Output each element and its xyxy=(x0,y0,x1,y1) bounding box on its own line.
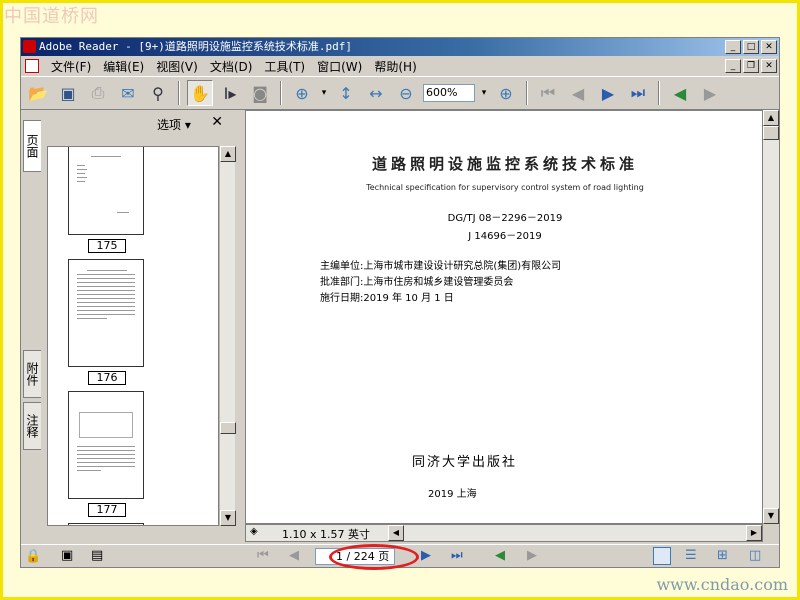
doc-scroll-up-icon[interactable]: ▲ xyxy=(763,110,779,126)
document-icon xyxy=(25,59,39,73)
fit-height-icon[interactable]: ↕ xyxy=(333,80,359,106)
page-thumbnail[interactable] xyxy=(68,259,144,367)
continuous-facing-mode-icon[interactable]: ◫ xyxy=(749,548,761,563)
document-page: 道路照明设施监控系统技术标准 Technical specification f… xyxy=(245,110,763,524)
tab-comments[interactable]: 注释 xyxy=(23,402,41,450)
highlight-circle xyxy=(329,544,419,570)
menu-document[interactable]: 文档(D) xyxy=(204,58,259,75)
next-page-icon[interactable]: ▶ xyxy=(595,80,621,106)
page-layout-icon[interactable]: ▤ xyxy=(91,548,103,563)
status-first-page-icon[interactable]: ⏮ xyxy=(257,548,269,563)
status-prev-page-icon[interactable]: ◀ xyxy=(289,548,299,563)
continuous-mode-icon[interactable]: ☰ xyxy=(685,548,697,563)
doc-year-place: 2019 上海 xyxy=(428,489,477,500)
back-icon[interactable]: ◀ xyxy=(667,80,693,106)
open-icon[interactable]: 📂 xyxy=(25,80,51,106)
zoom-in-tool-icon[interactable]: ⊕ xyxy=(289,80,315,106)
doc-effective-date: 施行日期:2019 年 10 月 1 日 xyxy=(320,293,454,304)
facing-mode-icon[interactable]: ⊞ xyxy=(717,548,728,563)
page-thumbnail[interactable] xyxy=(68,147,144,235)
last-page-icon[interactable]: ⏭ xyxy=(625,80,651,106)
menu-file[interactable]: 文件(F) xyxy=(45,58,97,75)
doc-approver: 批准部门:上海市住房和城乡建设管理委员会 xyxy=(320,277,514,288)
reader-window: Adobe Reader - [9+)道路照明设施监控系统技术标准.pdf] _… xyxy=(20,37,780,570)
toolbar: 📂 ▣ ⎙ ✉ ⚲ ✋ I▸ ◙ ⊕ ▾ ↕ ↔ ⊖ 600% ▾ ⊕ ⏮ ◀ … xyxy=(21,76,779,110)
print-icon[interactable]: ⎙ xyxy=(85,80,111,106)
zoom-dropdown-icon[interactable]: ▾ xyxy=(479,88,489,98)
window-title: Adobe Reader - [9+)道路照明设施监控系统技术标准.pdf] xyxy=(39,40,352,53)
menu-view[interactable]: 视图(V) xyxy=(150,58,204,75)
doc-scroll-down-icon[interactable]: ▼ xyxy=(763,508,779,524)
doc-scroll-thumb[interactable] xyxy=(763,126,779,140)
fit-width-icon[interactable]: ↔ xyxy=(363,80,389,106)
status-forward-icon[interactable]: ▶ xyxy=(527,548,537,563)
page-thumbnail[interactable] xyxy=(68,391,144,499)
zoom-out-icon[interactable]: ⊖ xyxy=(393,80,419,106)
menu-window[interactable]: 窗口(W) xyxy=(311,58,368,75)
email-icon[interactable]: ✉ xyxy=(115,80,141,106)
prev-page-icon[interactable]: ◀ xyxy=(565,80,591,106)
tab-attachments[interactable]: 附件 xyxy=(23,350,41,398)
tab-pages[interactable]: 页面 xyxy=(23,120,41,172)
status-bar: 🔒 ▣ ▤ ⏮ ◀ 1 / 224 页 ▶ ⏭ ◀ ▶ ☰ ⊞ ◫ xyxy=(21,544,779,570)
doc-publisher: 同济大学出版社 xyxy=(412,455,518,470)
pages-panel: 选项 ▾ ✕ 175 176 177 ▲ ▼ xyxy=(47,112,237,526)
select-text-icon[interactable]: I▸ xyxy=(217,80,243,106)
watermark-bottom: www.cndao.com xyxy=(656,575,788,594)
doc-restore-button[interactable]: ❐ xyxy=(743,59,759,73)
minimize-button[interactable]: _ xyxy=(725,40,741,54)
document-hscrollbar[interactable]: ◈ 1.10 x 1.57 英寸 ◀ ▶ xyxy=(245,524,763,542)
save-icon[interactable]: ▣ xyxy=(55,80,81,106)
document-scrollbar[interactable]: ▲ ▼ xyxy=(763,110,779,524)
panel-splitter[interactable] xyxy=(237,110,245,544)
status-last-page-icon[interactable]: ⏭ xyxy=(451,548,463,563)
doc-title-en: Technical specification for supervisory … xyxy=(366,183,644,192)
lock-icon[interactable]: 🔒 xyxy=(25,549,41,564)
doc-code-2: J 14696－2019 xyxy=(468,231,542,242)
options-button[interactable]: 选项 ▾ xyxy=(157,116,191,133)
zoom-input[interactable]: 600% xyxy=(423,84,475,102)
scroll-up-icon[interactable]: ▲ xyxy=(220,146,236,162)
zoom-plus-icon[interactable]: ⊕ xyxy=(493,80,519,106)
chevron-down-icon[interactable]: ▾ xyxy=(319,88,329,98)
hscroll-left-icon[interactable]: ◀ xyxy=(388,525,404,541)
adobe-app-icon xyxy=(23,40,36,53)
page-number-label: 175 xyxy=(88,239,126,253)
first-page-icon[interactable]: ⏮ xyxy=(535,80,561,106)
single-page-view-icon[interactable]: ▣ xyxy=(61,548,73,563)
doc-editor-unit: 主编单位:上海市城市建设设计研究总院(集团)有限公司 xyxy=(320,261,562,272)
single-page-mode-icon[interactable] xyxy=(653,547,671,565)
hscroll-right-icon[interactable]: ▶ xyxy=(746,525,762,541)
doc-title-cn: 道路照明设施监控系统技术标准 xyxy=(371,155,638,173)
close-panel-icon[interactable]: ✕ xyxy=(211,114,223,130)
maximize-button[interactable]: □ xyxy=(743,40,759,54)
doc-code-1: DG/TJ 08－2296－2019 xyxy=(447,213,563,224)
doc-close-button[interactable]: ✕ xyxy=(761,59,777,73)
thumbnail-scrollbar[interactable]: ▲ ▼ xyxy=(219,146,236,526)
page-size-label: 1.10 x 1.57 英寸 xyxy=(282,528,370,541)
status-next-page-icon[interactable]: ▶ xyxy=(421,548,431,563)
menu-help[interactable]: 帮助(H) xyxy=(368,58,422,75)
page-number-label: 176 xyxy=(88,371,126,385)
navigation-tabs: 页面 附件 注释 xyxy=(21,110,43,544)
status-back-icon[interactable]: ◀ xyxy=(495,548,505,563)
scroll-down-icon[interactable]: ▼ xyxy=(220,510,236,526)
doc-minimize-button[interactable]: _ xyxy=(725,59,741,73)
page-thumbnail[interactable] xyxy=(68,523,144,525)
hand-tool-icon[interactable]: ✋ xyxy=(187,80,213,106)
menu-edit[interactable]: 编辑(E) xyxy=(97,58,150,75)
watermark-top: 中国道桥网 xyxy=(4,6,99,27)
snapshot-icon[interactable]: ◙ xyxy=(247,80,273,106)
close-window-button[interactable]: ✕ xyxy=(761,40,777,54)
scroll-thumb[interactable] xyxy=(220,422,236,434)
page-number-label: 177 xyxy=(88,503,126,517)
title-bar: Adobe Reader - [9+)道路照明设施监控系统技术标准.pdf] _… xyxy=(21,38,779,56)
forward-icon[interactable]: ▶ xyxy=(697,80,723,106)
search-icon[interactable]: ⚲ xyxy=(145,80,171,106)
menu-bar: 文件(F) 编辑(E) 视图(V) 文档(D) 工具(T) 窗口(W) 帮助(H… xyxy=(21,56,779,76)
thumbnail-list: 175 176 177 xyxy=(47,146,219,526)
page-size-icon: ◈ xyxy=(250,526,258,537)
menu-tools[interactable]: 工具(T) xyxy=(258,58,311,75)
